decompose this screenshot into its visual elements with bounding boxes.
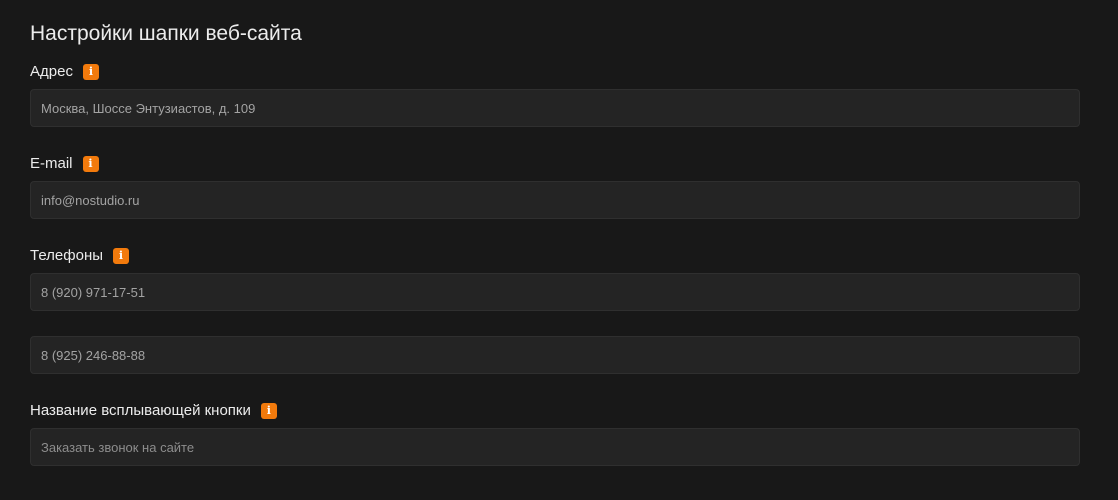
email-label-row: E-mail i [30,154,99,174]
popup-button-info-icon[interactable]: i [260,403,277,419]
phone-input-1[interactable] [30,273,1080,311]
popup-button-name-input[interactable] [30,428,1080,466]
page-title: Настройки шапки веб-сайта [30,22,302,45]
address-label: Адрес [30,63,73,80]
address-input[interactable] [30,89,1080,127]
email-info-icon[interactable]: i [82,156,99,172]
address-info-icon[interactable]: i [82,64,99,80]
popup-button-label-row: Название всплывающей кнопки i [30,401,277,421]
address-label-row: Адрес i [30,62,99,82]
phones-info-icon[interactable]: i [113,248,130,264]
phone-input-2[interactable] [30,336,1080,374]
phones-label-row: Телефоны i [30,246,130,266]
email-label: E-mail [30,155,73,172]
phones-label: Телефоны [30,247,104,264]
email-input[interactable] [30,181,1080,219]
popup-button-label: Название всплывающей кнопки [30,402,251,419]
